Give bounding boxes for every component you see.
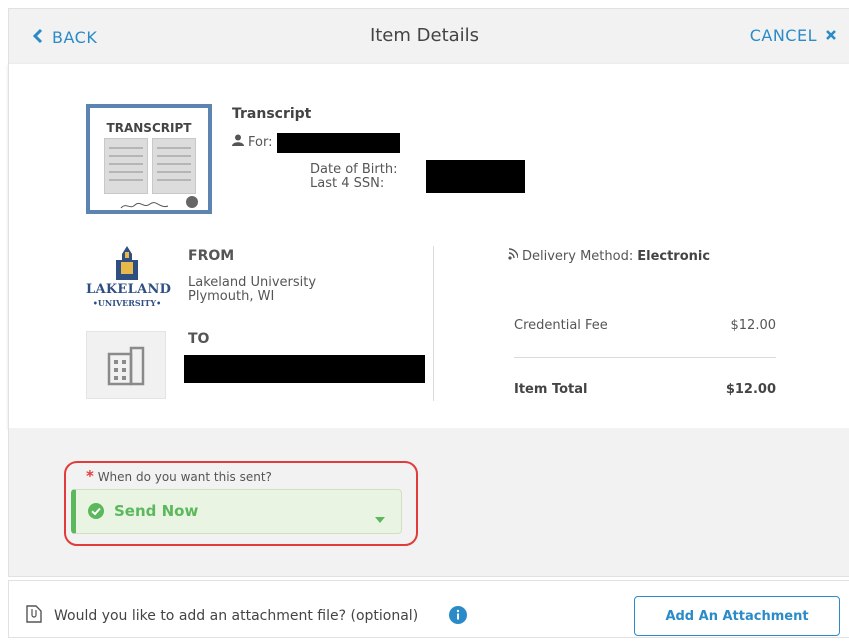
redacted-dob-ssn xyxy=(426,160,525,193)
cancel-label: CANCEL xyxy=(749,26,817,45)
credential-fee-label: Credential Fee xyxy=(514,318,608,333)
info-icon[interactable] xyxy=(449,606,467,628)
logo-line2: •UNIVERSITY• xyxy=(92,298,162,308)
university-logo: LAKELAND •UNIVERSITY• xyxy=(86,246,172,312)
document-page-icon xyxy=(152,138,196,194)
thumbnail-label: TRANSCRIPT xyxy=(106,121,192,135)
dob-label: Date of Birth: xyxy=(310,162,398,177)
send-selected-value: Send Now xyxy=(114,502,199,520)
send-timing-select[interactable]: Send Now xyxy=(71,489,402,534)
item-type: Transcript xyxy=(232,106,312,122)
document-page-icon xyxy=(104,138,148,194)
fee-divider xyxy=(514,357,776,358)
user-icon xyxy=(232,134,244,150)
to-heading: TO xyxy=(188,331,210,347)
ssn-label: Last 4 SSN: xyxy=(310,176,385,191)
page-title: Item Details xyxy=(369,25,480,46)
close-icon xyxy=(825,26,837,45)
attachment-prompt: Would you like to add an attachment file… xyxy=(54,608,419,624)
signature-icon xyxy=(120,196,170,215)
redacted-name xyxy=(277,133,400,153)
from-location: Plymouth, WI xyxy=(188,289,275,304)
add-attachment-button[interactable]: Add An Attachment xyxy=(634,596,840,636)
from-institution: Lakeland University xyxy=(188,275,317,290)
logo-line1: LAKELAND xyxy=(86,282,172,297)
from-heading: FROM xyxy=(188,248,235,264)
transcript-thumbnail: TRANSCRIPT xyxy=(86,104,212,214)
item-total-label: Item Total xyxy=(514,382,588,397)
delivery-method: Delivery Method: Electronic xyxy=(508,248,710,264)
delivery-label: Delivery Method: xyxy=(522,248,634,264)
cancel-button[interactable]: CANCEL xyxy=(750,26,837,45)
vertical-divider xyxy=(433,246,434,401)
building-icon xyxy=(86,331,166,399)
attachment-file-icon xyxy=(26,605,42,627)
signal-icon xyxy=(508,248,519,264)
item-total-value: $12.00 xyxy=(725,382,776,397)
caret-down-icon xyxy=(375,508,385,527)
check-circle-icon xyxy=(88,503,104,523)
redacted-recipient xyxy=(184,355,425,383)
for-row: For: xyxy=(232,134,272,150)
delivery-value: Electronic xyxy=(637,248,711,264)
credential-fee-value: $12.00 xyxy=(730,318,777,333)
send-question-label: When do you want this sent? xyxy=(97,470,272,484)
seal-icon xyxy=(186,196,198,208)
send-question: * When do you want this sent? xyxy=(86,467,272,485)
required-mark: * xyxy=(86,467,94,485)
for-label: For: xyxy=(248,134,273,150)
